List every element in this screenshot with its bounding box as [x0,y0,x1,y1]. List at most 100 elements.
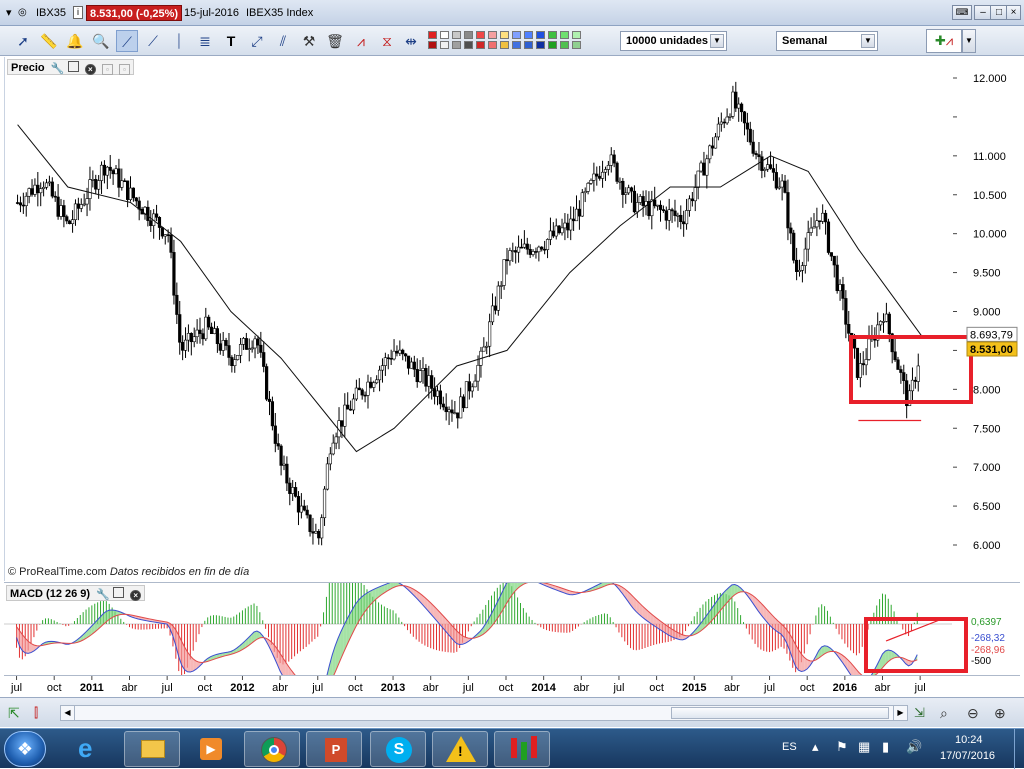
candle-body [346,405,349,409]
candle [564,213,567,240]
candle [16,195,19,205]
fibonacci-icon[interactable]: ≣ [194,30,216,52]
candle-body [543,249,546,250]
candle-body [225,340,228,345]
candle [821,204,824,224]
candle-body [181,342,184,350]
candle-body [89,180,92,199]
parallel-lines-icon[interactable]: ⫽ [272,30,294,52]
zoom-in-icon[interactable]: ⊕ [994,703,1014,723]
macd-chart[interactable]: 0,6397-268,32-268,96-500 [4,583,1020,675]
candle-body [804,249,807,265]
candle-body [364,395,367,396]
period-select[interactable]: Semanal ▼ [776,31,878,51]
tools-icon[interactable]: ⚒ [298,30,320,52]
indicators-dropdown-icon[interactable]: ▼ [962,29,976,53]
internet-explorer-icon[interactable]: e [64,731,120,767]
scroll-left-button[interactable]: ◀ [61,706,75,720]
info-icon[interactable]: i [73,6,83,19]
prorealtime-icon[interactable] [494,731,550,767]
candle [231,355,234,372]
warning-app-icon[interactable]: ! [432,731,488,767]
wave-pattern-icon[interactable]: ⩘ [350,30,372,52]
color-palette[interactable] [428,31,586,51]
vertical-line-icon[interactable]: ⏐ [168,30,190,52]
zoom-fit-icon[interactable]: ⌕ [940,703,960,723]
collapse-icon[interactable]: ▫ [102,64,113,75]
indicators-button[interactable]: ✚⩘ [926,29,962,53]
chrome-icon[interactable] [244,731,300,767]
candle [265,364,268,401]
auto-scale-icon[interactable]: ⇲ [914,703,934,723]
alarm-icon[interactable]: 🔔 [64,30,86,52]
window-icon[interactable] [68,61,79,72]
candle-body [54,196,57,197]
trash-icon[interactable]: 🗑 [324,30,346,52]
network-icon[interactable]: ▦ [858,739,870,755]
zoom-icon[interactable]: 🔍 [90,30,112,52]
candle-body [77,204,80,209]
signal-icon[interactable]: ▮ [882,739,889,755]
macd-indicator-panel[interactable]: 0,6397-268,32-268,96-500 MACD (12 26 9) … [4,582,1020,674]
candle-body [845,298,848,324]
channel-icon[interactable]: ⤢ [246,30,268,52]
candle-body [894,352,897,360]
volume-icon[interactable]: 🔊 [906,739,922,755]
cursor-icon[interactable]: ➚ [12,30,34,52]
chevron-down-icon[interactable]: ▾ [6,6,12,20]
wrench-icon[interactable]: 🔧 [96,591,107,602]
trendline-icon[interactable]: ⟋ [142,30,164,52]
candle [352,394,355,414]
copyright-text: © ProRealTime.com [8,566,107,578]
candle-body [668,210,671,221]
candle-body [370,382,373,387]
price-chart[interactable]: 12.00011.00010.50010.0009.5009.0008.0007… [5,57,1021,581]
windows-flag-icon[interactable]: ⚑ [836,739,848,755]
x-tick-label: jul [612,682,624,694]
media-player-icon[interactable]: ▶ [182,731,238,767]
window-menu-icon[interactable]: ◎ [18,6,27,20]
candle [442,397,445,411]
line-tool-icon[interactable]: ⟋ [116,30,138,52]
scroll-right-button[interactable]: ▶ [893,706,907,720]
title-bar: ▾ ◎ IBX35 i 8.531,00 (-0,25%) 15-jul-201… [0,0,1024,26]
text-tool-icon[interactable]: T [220,30,242,52]
keyboard-icon[interactable]: ⌨ [952,5,972,20]
wrench-icon[interactable]: 🔧 [51,65,62,76]
add-chart-icon[interactable]: ⇱ [8,703,28,723]
powerpoint-icon[interactable]: P [306,731,362,767]
start-button[interactable]: ❖ [4,731,46,767]
skype-icon[interactable]: S [370,731,426,767]
symbol-label[interactable]: IBX35 [36,6,66,20]
close-button[interactable]: × [1006,5,1021,20]
candle-body [410,362,413,368]
candlestick-type-icon[interactable]: ⫿ [34,703,56,723]
close-icon[interactable]: × [130,590,141,601]
expand-icon[interactable]: ▫ [119,64,130,75]
clock-date[interactable]: 17/07/2016 [940,750,995,762]
price-chart-panel[interactable]: 12.00011.00010.50010.0009.5009.0008.0007… [4,57,1020,581]
scroll-thumb[interactable] [671,707,889,719]
clock-time[interactable]: 10:24 [955,734,983,746]
file-explorer-icon[interactable] [124,731,180,767]
triangle-pattern-icon[interactable]: ⧖ [376,30,398,52]
ruler-icon[interactable]: 📏 [38,30,60,52]
close-icon[interactable]: × [85,64,96,75]
horizontal-line-icon[interactable]: ⇹ [400,30,422,52]
candle-body [700,163,703,171]
zoom-out-icon[interactable]: ⊖ [967,703,987,723]
show-hidden-icons-icon[interactable]: ▴ [812,739,819,755]
candle-body [419,371,422,382]
language-indicator[interactable]: ES [782,741,797,753]
copyright-data-note: Datos recibidos en fin de día [110,566,249,578]
horizontal-scrollbar[interactable]: ◀ ▶ [60,705,908,721]
candle [80,198,83,212]
candle-body [83,204,86,205]
window-icon[interactable] [113,587,124,598]
candle [801,262,804,282]
candle [254,336,257,359]
candle-body [60,206,63,217]
show-desktop-button[interactable] [1014,729,1024,769]
quantity-select[interactable]: 10000 unidades ▼ [620,31,727,51]
candle-body [659,205,662,209]
